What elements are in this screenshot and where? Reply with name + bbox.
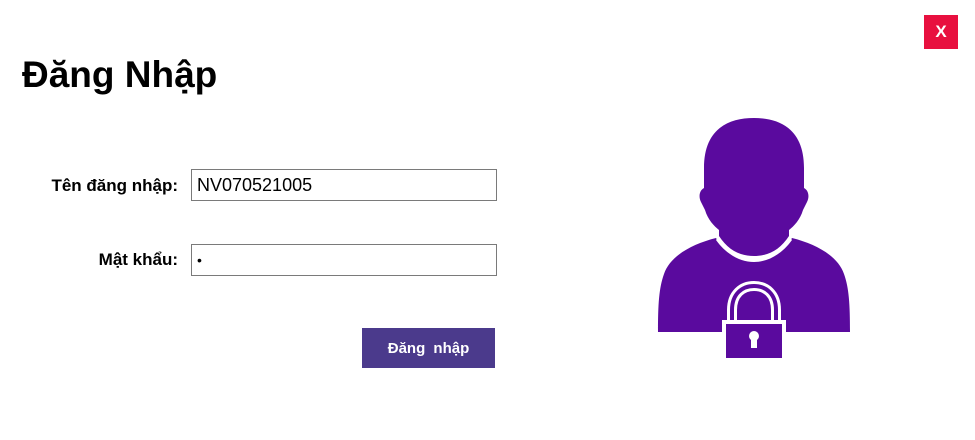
username-input[interactable]	[191, 169, 497, 201]
user-head-shape	[699, 118, 809, 258]
page-title: Đăng Nhập	[22, 54, 218, 95]
login-dialog: X Đăng Nhập Tên đăng nhập: Mật khẩu: Đăn…	[0, 0, 975, 440]
username-label: Tên đăng nhập:	[51, 176, 178, 195]
password-input[interactable]	[191, 244, 497, 276]
user-lock-icon	[658, 118, 850, 362]
password-label: Mật khẩu:	[98, 250, 178, 269]
close-button[interactable]: X	[924, 15, 958, 49]
login-button[interactable]: Đăng nhập	[362, 328, 495, 368]
